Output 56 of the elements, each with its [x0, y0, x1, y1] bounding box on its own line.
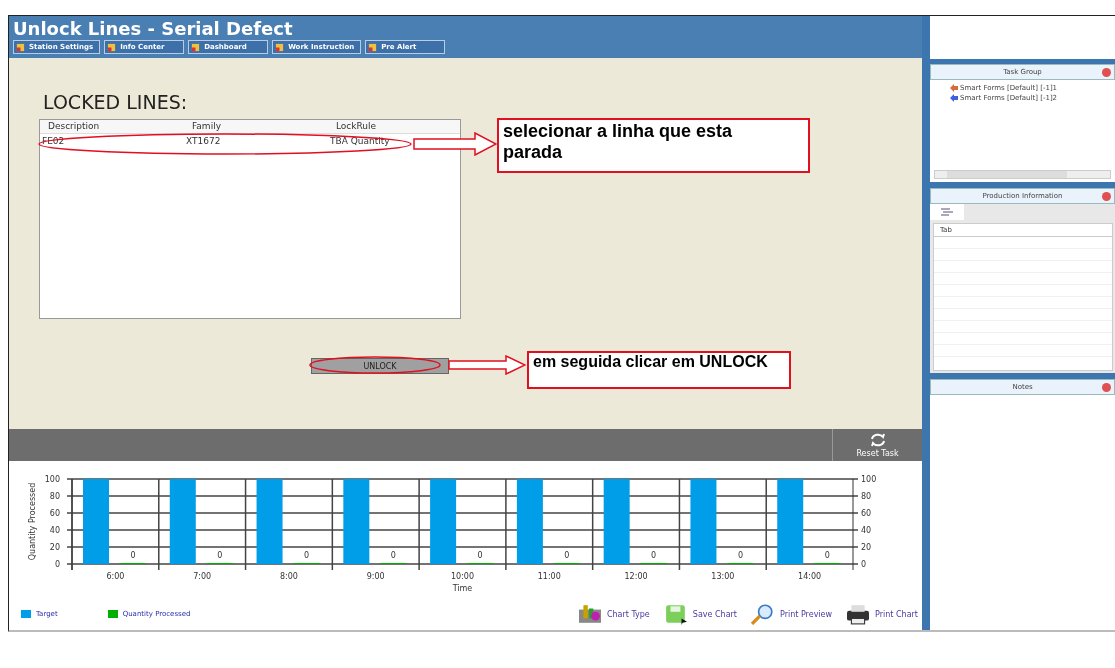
column-header[interactable]: LockRule: [328, 120, 456, 133]
y-tick-label: 40: [49, 526, 60, 535]
data-label: 0: [824, 551, 830, 560]
data-label: 0: [564, 551, 570, 560]
close-icon[interactable]: [1102, 192, 1111, 201]
annotation-note: selecionar a linha que esta parada: [497, 118, 810, 173]
x-tick-label: 7:00: [193, 572, 212, 581]
nav-icon: [368, 42, 378, 52]
y-tick-label: 20: [861, 543, 872, 552]
close-icon[interactable]: [1102, 383, 1111, 392]
y-tick-label: 40: [861, 526, 872, 535]
x-axis-title: Time: [452, 584, 473, 593]
y-tick-label: 100: [861, 475, 877, 484]
y-tick-label: 80: [49, 492, 60, 501]
data-label: 0: [217, 551, 223, 560]
close-icon[interactable]: [1102, 68, 1111, 77]
tab-icon[interactable]: [930, 204, 964, 220]
nav-icon: [275, 42, 285, 52]
x-tick-label: 9:00: [366, 572, 385, 581]
column-header[interactable]: Description: [40, 120, 184, 133]
y-tick-label: 60: [49, 509, 60, 518]
horizontal-scrollbar[interactable]: [934, 170, 1111, 179]
data-label: 0: [737, 551, 743, 560]
y-tick-label: 20: [49, 543, 60, 552]
x-tick-label: 11:00: [537, 572, 561, 581]
x-tick-label: 10:00: [450, 572, 475, 581]
nav-icon: [107, 42, 117, 52]
x-tick-label: 12:00: [624, 572, 648, 581]
window-title: Unlock Lines - Serial Defect: [13, 18, 294, 39]
section-title: LOCKED LINES:: [43, 91, 189, 113]
data-label: 0: [390, 551, 396, 560]
y-tick-label: 60: [861, 509, 872, 518]
nav-icon: [16, 42, 25, 52]
column-header[interactable]: Family: [184, 120, 328, 133]
x-tick-label: 6:00: [106, 572, 125, 581]
x-tick-label: 14:00: [798, 572, 822, 581]
table-cell-text: XT1672: [185, 135, 222, 148]
data-label: 0: [304, 551, 310, 560]
chart-tool-button[interactable]: Chart Type: [575, 603, 650, 625]
annotation-note: em seguida clicar em UNLOCK: [527, 351, 791, 389]
data-label: 0: [651, 551, 657, 560]
refresh-icon: [869, 432, 886, 447]
chart-tool-button[interactable]: Print Chart: [844, 603, 918, 625]
chart-tool-button[interactable]: Print Preview: [748, 603, 833, 625]
x-tick-label: 13:00: [711, 572, 735, 581]
x-tick-label: 8:00: [279, 572, 298, 581]
data-label: 0: [130, 551, 136, 560]
y-tick-label: 0: [861, 560, 867, 569]
y-tick-label: 100: [44, 475, 60, 484]
table-cell-text: TBA Quantity: [329, 135, 391, 148]
y-tick-label: 80: [861, 492, 872, 501]
y-axis-title: Quantity Processed: [28, 482, 37, 561]
data-label: 0: [477, 551, 483, 560]
nav-icon: [191, 42, 201, 52]
y-tick-label: 0: [54, 560, 60, 569]
chart-tool-button[interactable]: Save Chart: [661, 603, 737, 625]
